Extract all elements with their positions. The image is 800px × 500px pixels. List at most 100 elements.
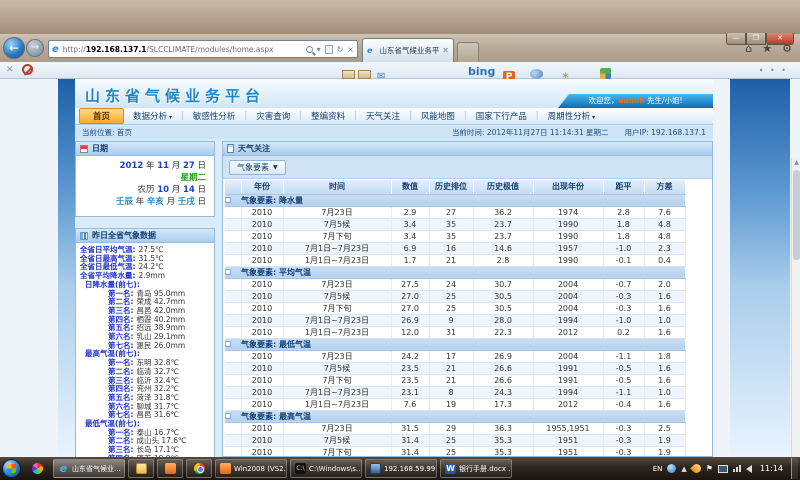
table-group-row[interactable]: 气象要素: 降水量 [225, 194, 685, 206]
row-lead-cell [225, 362, 241, 374]
new-tab-button[interactable] [457, 42, 479, 62]
table-cell: 27.0 [391, 302, 429, 314]
stop-icon[interactable]: × [347, 45, 354, 54]
table-row[interactable]: 20107月23日31.52936.31955,1951-0.32.5 [225, 422, 685, 434]
blocked-icon[interactable] [22, 64, 33, 75]
action-center-flag-icon[interactable]: ⚑ [706, 464, 713, 473]
rank-value: 兖州 32.2℃ [137, 384, 180, 393]
rank-value: 惠民 26.0mm [137, 341, 186, 350]
taskbar-task-7[interactable]: W银行手册.docx ... [440, 459, 512, 478]
expand-checkbox-icon[interactable] [225, 413, 231, 419]
rank-label: 第一名: [108, 358, 134, 367]
expand-checkbox-icon[interactable] [225, 269, 231, 275]
tray-download-icon[interactable] [690, 462, 703, 475]
nav-item-3[interactable]: 灾害查询 [247, 110, 299, 122]
table-row[interactable]: 20107月23日27.52430.72004-0.72.0 [225, 278, 685, 290]
start-button[interactable] [2, 459, 21, 478]
table-cell: 3.4 [391, 230, 429, 242]
nav-item-7[interactable]: 国家下行产品 [467, 110, 536, 122]
nav-item-5[interactable]: 天气关注 [357, 110, 409, 122]
taskbar-pinwheel-app[interactable] [24, 459, 50, 478]
group-expand-cell[interactable] [225, 338, 241, 350]
nav-item-1[interactable]: 数据分析 ▾ [124, 110, 181, 122]
site-header: 山东省气候业务平台 欢迎您，admin 先生/小姐! [75, 79, 713, 108]
table-cell: 2004 [533, 302, 603, 314]
taskbar-task-4[interactable]: Win2008 (VS2... [215, 459, 287, 478]
group-label: 气象要素: 最高气温 [241, 410, 685, 422]
group-expand-cell[interactable] [225, 194, 241, 206]
nav-item-6[interactable]: 风能地图 [412, 110, 464, 122]
taskbar-task-0[interactable]: e山东省气候业... [53, 459, 125, 478]
nav-item-2[interactable]: 敏感性分析 [184, 110, 245, 122]
search-icon[interactable] [306, 46, 313, 53]
expand-checkbox-icon[interactable] [225, 341, 231, 347]
show-desktop-button[interactable] [791, 458, 798, 479]
url-text[interactable]: http://192.168.137.1/SLCCLIMATE/modules/… [63, 45, 306, 54]
minimize-button[interactable]: — [726, 33, 746, 45]
forward-button[interactable]: → [26, 39, 44, 57]
table-row[interactable]: 20107月1日~7月23日23.1824.31994-1.11.0 [225, 386, 685, 398]
table-row[interactable]: 20107月5候23.52126.61991-0.51.6 [225, 362, 685, 374]
table-group-row[interactable]: 气象要素: 最高气温 [225, 410, 685, 422]
back-button[interactable]: ← [3, 37, 25, 59]
bing-logo[interactable]: bing [468, 65, 495, 78]
data-table-wrap: 年份时间数值历史排位历史极值出现年份距平方差 气象要素: 降水量20107月23… [223, 179, 712, 456]
network-icon[interactable] [733, 465, 741, 472]
page-scrollbar[interactable]: ▲ ▼ [791, 158, 800, 500]
taskbar-task-5[interactable]: C:\C:\Windows\s... [290, 459, 362, 478]
addon-overflow-icon[interactable]: • • • [759, 66, 788, 75]
table-cell: 30.7 [473, 278, 533, 290]
system-tray: EN ▲ ⚑ 11:14 [653, 458, 798, 479]
table-row[interactable]: 20107月下旬23.52126.61991-0.51.6 [225, 374, 685, 386]
table-group-row[interactable]: 气象要素: 平均气温 [225, 266, 685, 278]
addon-close-icon[interactable]: ✕ [6, 65, 14, 75]
table-cell: 31.5 [391, 422, 429, 434]
browser-tab[interactable]: e 山东省气候业务平... ✕ [362, 38, 454, 62]
table-row[interactable]: 20107月下旬31.42535.31951-0.31.9 [225, 446, 685, 456]
stat-value: 27.5℃ [139, 245, 164, 254]
tray-app-icon[interactable] [667, 464, 676, 473]
table-cell: 7月5候 [283, 362, 391, 374]
table-group-row[interactable]: 气象要素: 最低气温 [225, 338, 685, 350]
scroll-up-icon[interactable]: ▲ [792, 158, 800, 168]
table-row[interactable]: 20101月1日~7月23日1.7212.81990-0.10.4 [225, 254, 685, 266]
display-icon[interactable] [718, 465, 728, 473]
table-row[interactable]: 20101月1日~7月23日7.61917.32012-0.41.6 [225, 398, 685, 410]
table-row[interactable]: 20107月23日24.21726.92004-1.11.8 [225, 350, 685, 362]
table-cell: 7月1日~7月23日 [283, 386, 391, 398]
element-filter-button[interactable]: 气象要素 ▼ [229, 160, 286, 175]
close-button[interactable]: ✕ [766, 33, 794, 45]
table-row[interactable]: 20107月5候27.02530.52004-0.31.6 [225, 290, 685, 302]
clock[interactable]: 11:14 [760, 464, 783, 473]
tab-close-icon[interactable]: ✕ [442, 46, 449, 55]
search-dropdown-icon[interactable]: ▾ [317, 45, 321, 54]
table-cell: 7月23日 [283, 278, 391, 290]
table-row[interactable]: 20107月1日~7月23日6.91614.61957-1.02.3 [225, 242, 685, 254]
nav-item-0[interactable]: 首页 [79, 108, 124, 124]
nav-item-4[interactable]: 整编资料 [302, 110, 354, 122]
group-expand-cell[interactable] [225, 266, 241, 278]
scrollbar-thumb[interactable] [793, 170, 800, 260]
taskbar-task-3[interactable] [186, 459, 212, 478]
table-row[interactable]: 20101月1日~7月23日12.03122.320120.21.6 [225, 326, 685, 338]
group-expand-cell[interactable] [225, 410, 241, 422]
taskbar-task-6[interactable]: 192.168.59.99... [365, 459, 437, 478]
taskbar-task-1[interactable] [128, 459, 154, 478]
language-indicator[interactable]: EN [653, 465, 663, 473]
table-row[interactable]: 20107月下旬3.43523.719901.84.8 [225, 230, 685, 242]
volume-icon[interactable] [746, 465, 752, 473]
expand-checkbox-icon[interactable] [225, 197, 231, 203]
table-row[interactable]: 20107月下旬27.02530.52004-0.31.6 [225, 302, 685, 314]
compatibility-view-icon[interactable] [325, 45, 333, 54]
nav-item-8[interactable]: 周期性分析 ▾ [539, 110, 604, 122]
table-cell: 27 [429, 206, 473, 218]
table-row[interactable]: 20107月1日~7月23日26.9928.01994-1.01.0 [225, 314, 685, 326]
taskbar-task-2[interactable] [157, 459, 183, 478]
table-row[interactable]: 20107月5候31.42535.31951-0.31.9 [225, 434, 685, 446]
address-bar[interactable]: e http://192.168.137.1/SLCCLIMATE/module… [48, 40, 358, 58]
refresh-icon[interactable]: ↻ [337, 45, 344, 54]
table-row[interactable]: 20107月23日2.92736.219742.87.6 [225, 206, 685, 218]
maximize-button[interactable]: ❐ [746, 33, 766, 45]
table-row[interactable]: 20107月5候3.43523.719901.84.8 [225, 218, 685, 230]
tray-expand-icon[interactable]: ▲ [681, 465, 686, 473]
